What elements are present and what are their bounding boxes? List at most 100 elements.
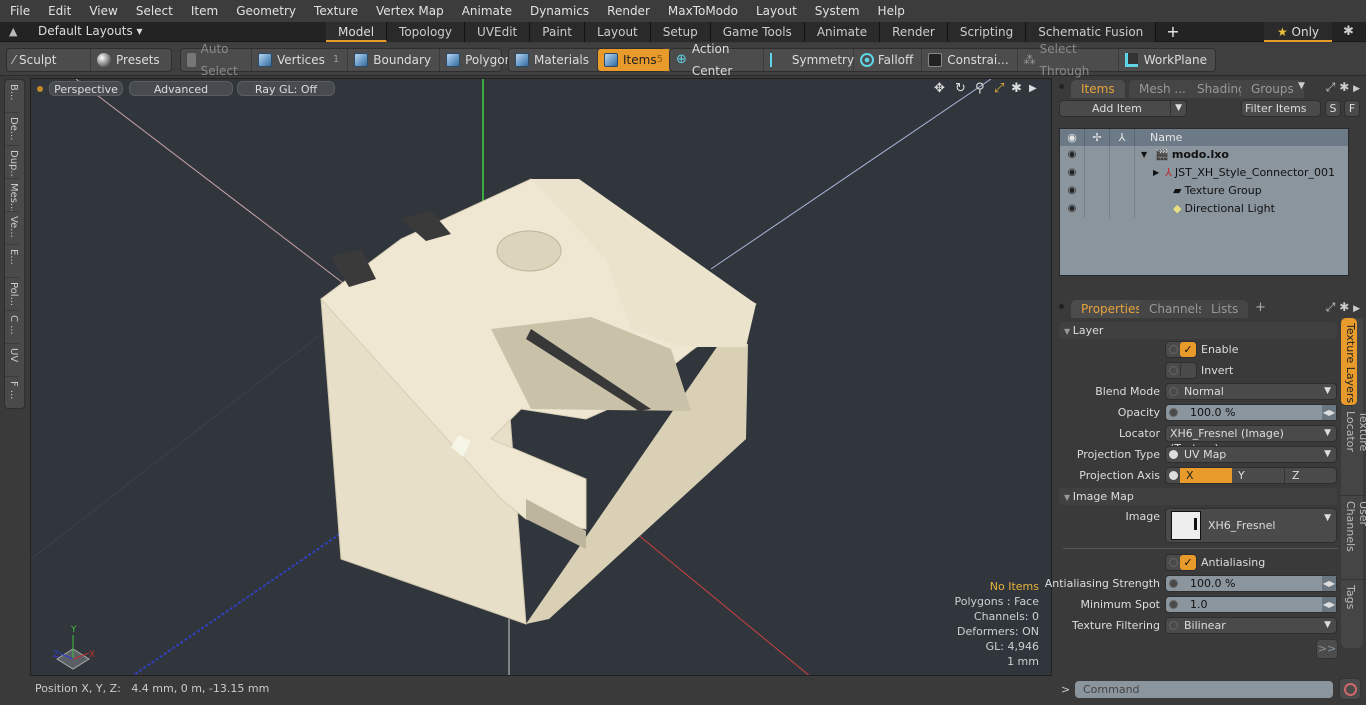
tab-model[interactable]: Model [326,22,388,42]
ray-gl-button[interactable]: Ray GL: Off [237,81,335,96]
panel-arrow-icon[interactable]: ▶ [1353,304,1360,314]
advanced-button[interactable]: Advanced [129,81,233,96]
spin-arrows-icon[interactable]: ◀▶ [1322,405,1336,420]
vertices-button[interactable]: Vertices 1 [252,49,349,71]
menu-select[interactable]: Select [126,0,181,22]
eye-icon[interactable]: ◉ [1060,182,1085,200]
visibility-column-icon[interactable]: ◉ [1060,129,1085,146]
tree-row-mesh[interactable]: ◉ ▶ ⅄ JST_XH_Style_Connector_001 [1060,164,1348,182]
tab-layout[interactable]: Layout [584,22,651,42]
tabs-dropdown-icon[interactable]: ▼ [1298,81,1305,91]
collapse-arrow-icon[interactable]: ▼ [1141,146,1147,164]
spin-arrows-icon[interactable]: ◀▶ [1322,597,1336,612]
texture-filtering-select[interactable]: Bilinear ▼ [1165,617,1337,634]
side-tab-8[interactable]: C ... [5,311,19,344]
tree-row-texture-group[interactable]: ◉ ▰ Texture Group [1060,182,1348,200]
constraints-button[interactable]: Constrai... [922,49,1018,71]
tab-paint[interactable]: Paint [530,22,585,42]
side-tab-3[interactable]: Dup... [5,146,19,179]
items-button[interactable]: Items 5 [598,49,671,71]
panel-gear-icon[interactable]: ✱ [1339,80,1349,94]
side-tab-10[interactable]: F ... [5,377,19,410]
presets-button[interactable]: Presets [91,49,168,71]
side-tab-1[interactable]: B... [5,80,19,113]
maximize-icon[interactable]: ⤢ [994,81,1004,96]
menu-maxtomodo[interactable]: MaxToModo [658,0,746,22]
menu-help[interactable]: Help [868,0,913,22]
side-tab-7[interactable]: Pol... [5,278,19,311]
tab-render[interactable]: Render [880,22,948,42]
lock-column-icon[interactable]: ✢ [1085,129,1110,146]
add-panel-tab-button[interactable]: + [1255,300,1266,315]
expand-arrow-icon[interactable]: ▶ [1153,164,1159,182]
side-tab-6[interactable]: E... [5,245,19,278]
tab-lists[interactable]: Lists [1201,300,1249,318]
locator-column-icon[interactable]: ⅄ [1110,129,1135,146]
tab-groups[interactable]: Groups [1241,80,1304,98]
symmetry-button[interactable]: Symmetry [764,49,854,71]
antialiasing-checkbox[interactable]: ✓ [1165,554,1197,571]
pan-icon[interactable]: ✥ [934,81,945,96]
3d-viewport[interactable]: Y X Z Perspective Advanced Ray GL: Off ✥… [30,78,1052,676]
vtab-texture-locator[interactable]: Texture Locator [1341,406,1366,496]
command-input[interactable]: Command [1075,681,1333,698]
menu-layout[interactable]: Layout [746,0,805,22]
tab-mesh[interactable]: Mesh ... [1129,80,1196,98]
expand-icon[interactable]: ⤢ [1326,80,1336,94]
image-select[interactable]: XH6_Fresnel ▼ [1165,508,1337,543]
zoom-icon[interactable]: ⚲ [975,81,985,96]
axis-x-option[interactable]: X [1180,468,1232,483]
image-map-section-header[interactable]: ▼ Image Map [1059,488,1337,505]
materials-button[interactable]: Materials [509,49,599,71]
layer-section-header[interactable]: ▼ Layer [1059,322,1337,339]
tab-uvedit[interactable]: UVEdit [465,22,531,42]
more-button[interactable]: >> [1316,639,1338,659]
aa-strength-input[interactable]: 100.0 % ◀▶ [1165,575,1337,592]
auto-select-button[interactable]: Auto Select [181,42,253,78]
sculpt-button[interactable]: ⁄ Sculpt [7,49,91,71]
axis-z-option[interactable]: Z [1286,468,1336,483]
default-layouts-dropdown[interactable]: Default Layouts ▾ [38,24,143,38]
tree-row-scene[interactable]: ◉ ▼ 🎬 modo.lxo [1060,146,1348,164]
add-item-dropdown-icon[interactable]: ▼ [1170,101,1182,116]
menu-edit[interactable]: Edit [38,0,79,22]
menu-animate[interactable]: Animate [452,0,520,22]
eye-icon[interactable]: ◉ [1060,200,1085,218]
menu-system[interactable]: System [805,0,868,22]
invert-checkbox[interactable] [1165,362,1197,379]
add-item-button[interactable]: Add Item ▼ [1059,100,1187,117]
select-through-button[interactable]: ⁂ Select Through [1018,42,1119,78]
axis-y-option[interactable]: Y [1232,468,1285,483]
opacity-input[interactable]: 100.0 % ◀▶ [1165,404,1337,421]
action-center-button[interactable]: ⊕ Action Center [670,42,764,78]
tab-animate[interactable]: Animate [804,22,881,42]
rotate-icon[interactable]: ↻ [955,81,966,96]
expand-icon[interactable]: ⤢ [1326,300,1336,314]
collapse-up-icon[interactable]: ▲ [9,25,17,38]
vtab-texture-layers[interactable]: Texture Layers [1341,318,1357,406]
side-tab-2[interactable]: De... [5,113,19,146]
eye-icon[interactable]: ◉ [1060,146,1085,164]
only-button[interactable]: ★ Only [1264,22,1332,42]
side-tab-9[interactable]: UV [5,344,19,377]
panel-arrow-icon[interactable]: ▶ [1353,84,1360,94]
eye-icon[interactable]: ◉ [1060,164,1085,182]
blend-mode-select[interactable]: Normal ▼ [1165,383,1337,400]
menu-file[interactable]: File [0,0,38,22]
side-tab-5[interactable]: Ve... [5,212,19,245]
side-tab-4[interactable]: Mes... [5,179,19,212]
viewport-gear-icon[interactable]: ✱ [1011,81,1022,96]
viewport-status-dot[interactable] [37,86,43,92]
vtab-user-channels[interactable]: User Channels [1341,496,1366,580]
tab-topology[interactable]: Topology [387,22,466,42]
spin-arrows-icon[interactable]: ◀▶ [1322,576,1336,591]
perspective-button[interactable]: Perspective [49,81,123,96]
menu-texture[interactable]: Texture [304,0,366,22]
menu-vertex-map[interactable]: Vertex Map [366,0,452,22]
min-spot-input[interactable]: 1.0 ◀▶ [1165,596,1337,613]
locator-select[interactable]: XH6_Fresnel (Image) (Texture)▼ [1165,425,1337,455]
enable-checkbox[interactable]: ✓ [1165,341,1197,358]
menu-render[interactable]: Render [597,0,658,22]
record-icon[interactable] [1339,678,1361,700]
menu-view[interactable]: View [79,0,125,22]
